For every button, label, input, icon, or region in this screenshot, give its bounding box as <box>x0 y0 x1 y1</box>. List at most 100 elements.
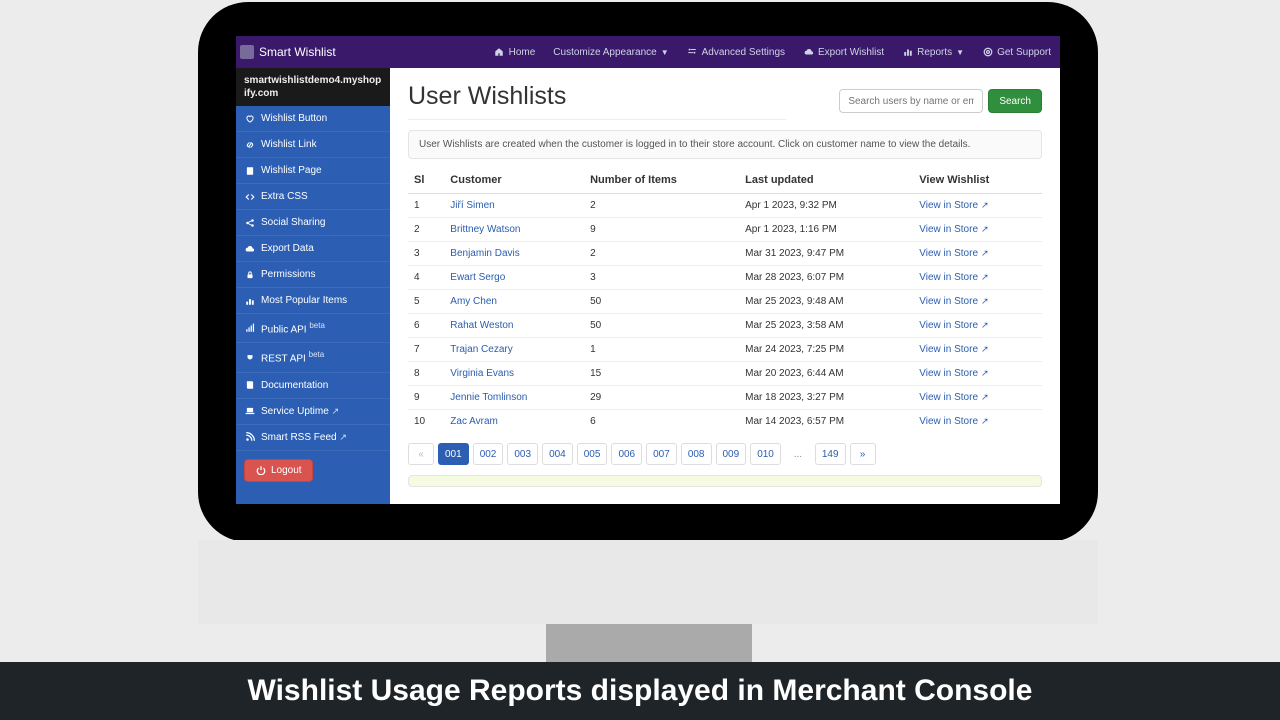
cloud-icon <box>244 243 255 254</box>
search-button[interactable]: Search <box>988 89 1042 113</box>
top-navbar: Smart Wishlist Home Customize Appearance… <box>236 36 1060 68</box>
sidebar: smartwishlistdemo4.myshopify.com Wishlis… <box>236 68 390 504</box>
sidebar-item-wishlist-button[interactable]: Wishlist Button <box>236 106 390 132</box>
view-in-store-link[interactable]: View in Store↗ <box>919 320 988 331</box>
nav-home[interactable]: Home <box>485 47 545 58</box>
search-input[interactable] <box>839 89 983 113</box>
cell-sl: 8 <box>408 362 444 386</box>
page-002[interactable]: 002 <box>473 443 504 465</box>
page-ellipsis: ... <box>785 443 811 465</box>
table-row: 8Virginia Evans15Mar 20 2023, 6:44 AMVie… <box>408 362 1042 386</box>
customer-link[interactable]: Ewart Sergo <box>450 272 505 283</box>
nav-reports[interactable]: Reports ▼ <box>893 47 973 58</box>
customer-link[interactable]: Jiří Simen <box>450 200 494 211</box>
page-001[interactable]: 001 <box>438 443 469 465</box>
sidebar-item-service-uptime[interactable]: Service Uptime ↗ <box>236 399 390 425</box>
nav-advanced[interactable]: Advanced Settings <box>678 47 794 58</box>
sidebar-item-label: Public API beta <box>261 321 325 335</box>
nav-export[interactable]: Export Wishlist <box>794 47 893 58</box>
shop-domain: smartwishlistdemo4.myshopify.com <box>236 68 390 106</box>
page-007[interactable]: 007 <box>646 443 677 465</box>
sidebar-item-social-sharing[interactable]: Social Sharing <box>236 210 390 236</box>
customer-link[interactable]: Rahat Weston <box>450 320 513 331</box>
page-next[interactable]: » <box>850 443 876 465</box>
page-006[interactable]: 006 <box>611 443 642 465</box>
cell-updated: Apr 1 2023, 9:32 PM <box>739 194 913 218</box>
external-link-icon: ↗ <box>981 224 989 234</box>
pagination: «001002003004005006007008009010...149» <box>408 443 1042 465</box>
sidebar-item-rest-api[interactable]: REST API beta <box>236 343 390 372</box>
sidebar-item-export-data[interactable]: Export Data <box>236 236 390 262</box>
page-149[interactable]: 149 <box>815 443 846 465</box>
page-008[interactable]: 008 <box>681 443 712 465</box>
sidebar-item-label: Wishlist Button <box>261 113 327 124</box>
sidebar-item-permissions[interactable]: Permissions <box>236 262 390 288</box>
view-in-store-link[interactable]: View in Store↗ <box>919 224 988 235</box>
page-010[interactable]: 010 <box>750 443 781 465</box>
sidebar-item-wishlist-link[interactable]: Wishlist Link <box>236 132 390 158</box>
view-in-store-link[interactable]: View in Store↗ <box>919 344 988 355</box>
cell-sl: 1 <box>408 194 444 218</box>
customer-link[interactable]: Brittney Watson <box>450 224 520 235</box>
view-in-store-link[interactable]: View in Store↗ <box>919 368 988 379</box>
cell-sl: 5 <box>408 290 444 314</box>
customer-link[interactable]: Trajan Cezary <box>450 344 512 355</box>
brand[interactable]: Smart Wishlist <box>236 45 344 59</box>
chevron-down-icon: ▼ <box>661 48 669 57</box>
sidebar-item-most-popular-items[interactable]: Most Popular Items <box>236 288 390 314</box>
monitor-chin <box>198 540 1098 624</box>
sidebar-item-smart-rss-feed[interactable]: Smart RSS Feed ↗ <box>236 425 390 451</box>
view-in-store-link[interactable]: View in Store↗ <box>919 200 988 211</box>
page-005[interactable]: 005 <box>577 443 608 465</box>
view-in-store-link[interactable]: View in Store↗ <box>919 272 988 283</box>
view-in-store-link[interactable]: View in Store↗ <box>919 392 988 403</box>
customer-link[interactable]: Virginia Evans <box>450 368 514 379</box>
sidebar-item-label: Social Sharing <box>261 217 325 228</box>
view-in-store-link[interactable]: View in Store↗ <box>919 296 988 307</box>
sliders-icon <box>687 47 698 58</box>
view-in-store-link[interactable]: View in Store↗ <box>919 248 988 259</box>
heart-icon <box>244 113 255 124</box>
cell-items: 1 <box>584 338 739 362</box>
book-icon <box>244 380 255 391</box>
page-004[interactable]: 004 <box>542 443 573 465</box>
page-003[interactable]: 003 <box>507 443 538 465</box>
table-row: 5 Amy Chen 50Mar 25 2023, 9:48 AM View in S… <box>408 290 1042 314</box>
cell-updated: Mar 25 2023, 9:48 AM <box>739 290 913 314</box>
customer-link[interactable]: Amy Chen <box>450 296 497 307</box>
sidebar-item-public-api[interactable]: Public API beta <box>236 314 390 343</box>
cell-updated: Mar 18 2023, 3:27 PM <box>739 386 913 410</box>
sidebar-item-wishlist-page[interactable]: Wishlist Page <box>236 158 390 184</box>
page-prev[interactable]: « <box>408 443 434 465</box>
cell-items: 50 <box>584 290 739 314</box>
nav-customize[interactable]: Customize Appearance ▼ <box>544 47 677 58</box>
customer-link[interactable]: Jennie Tomlinson <box>450 392 527 403</box>
sidebar-item-label: Most Popular Items <box>261 295 347 306</box>
external-link-icon: ↗ <box>332 406 340 416</box>
view-in-store-link[interactable]: View in Store↗ <box>919 416 988 427</box>
code-icon <box>244 191 255 202</box>
info-banner: User Wishlists are created when the cust… <box>408 130 1042 159</box>
sidebar-item-label: Permissions <box>261 269 315 280</box>
caption-text: Wishlist Usage Reports displayed in Merc… <box>248 674 1033 708</box>
page-title: User Wishlists <box>408 82 786 120</box>
col-updated: Last updated <box>739 167 913 194</box>
table-row: 2Brittney Watson9Apr 1 2023, 1:16 PMView… <box>408 218 1042 242</box>
page-009[interactable]: 009 <box>716 443 747 465</box>
table-row: 4Ewart Sergo3Mar 28 2023, 6:07 PMView in… <box>408 266 1042 290</box>
customer-link[interactable]: Benjamin Davis <box>450 248 519 259</box>
sidebar-item-documentation[interactable]: Documentation <box>236 373 390 399</box>
table-row: 10Zac Avram6Mar 14 2023, 6:57 PMView in … <box>408 410 1042 434</box>
cell-items: 2 <box>584 242 739 266</box>
external-link-icon: ↗ <box>981 296 989 306</box>
customer-link[interactable]: Zac Avram <box>450 416 498 427</box>
external-link-icon: ↗ <box>981 320 989 330</box>
chart-icon <box>244 295 255 306</box>
cell-updated: Mar 28 2023, 6:07 PM <box>739 266 913 290</box>
sidebar-item-extra-css[interactable]: Extra CSS <box>236 184 390 210</box>
nav-support[interactable]: Get Support <box>973 47 1060 58</box>
external-link-icon: ↗ <box>981 248 989 258</box>
logout-button[interactable]: Logout <box>244 459 313 482</box>
brand-logo-icon <box>240 45 254 59</box>
table-row: 6Rahat Weston50Mar 25 2023, 3:58 AMView … <box>408 314 1042 338</box>
